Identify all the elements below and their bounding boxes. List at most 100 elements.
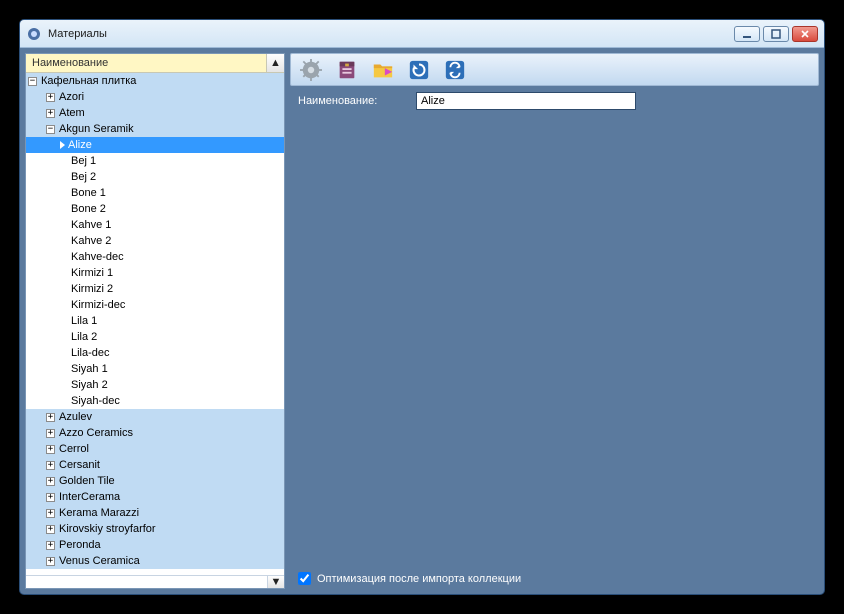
expander-icon[interactable]: + [46, 413, 55, 422]
app-icon [26, 26, 42, 42]
expander-icon[interactable]: + [46, 109, 55, 118]
tree-item[interactable]: Bej 2 [26, 169, 284, 185]
expander-icon[interactable]: + [46, 461, 55, 470]
expander-icon[interactable]: + [46, 445, 55, 454]
tree-item[interactable]: + InterCerama [26, 489, 284, 505]
close-button[interactable] [792, 26, 818, 42]
expander-icon[interactable]: + [46, 429, 55, 438]
window-controls [734, 26, 818, 42]
tree-item[interactable]: −Кафельная плитка [26, 73, 284, 89]
expander-icon[interactable]: − [46, 125, 55, 134]
tree-item[interactable]: Bone 2 [26, 201, 284, 217]
tree-item-label: Kerama Marazzi [59, 507, 139, 519]
tree-item[interactable]: Lila 2 [26, 329, 284, 345]
right-panel: Наименование: Оптимизация после импорта … [290, 53, 819, 589]
tree-item[interactable]: Kirmizi-dec [26, 297, 284, 313]
archive-button[interactable] [333, 57, 361, 83]
tree-item[interactable]: Siyah-dec [26, 393, 284, 409]
reload-button[interactable] [405, 57, 433, 83]
tree-item-label: Atem [59, 107, 85, 119]
tree-item[interactable]: +Peronda [26, 537, 284, 553]
tree-item-label: InterCerama [59, 491, 120, 503]
settings-button[interactable] [297, 57, 325, 83]
tree-item-label: Bej 1 [71, 155, 96, 167]
tree-item-label: Bone 1 [71, 187, 106, 199]
tree-item[interactable]: Lila 1 [26, 313, 284, 329]
tree-item-label: Кафельная плитка [41, 75, 136, 87]
materials-window: Материалы Наименование ▲ −Кафельная плит… [19, 19, 825, 595]
titlebar[interactable]: Материалы [20, 20, 824, 48]
expander-icon[interactable]: + [46, 557, 55, 566]
tree-header: Наименование ▲ [26, 54, 284, 73]
tree-item-label: Bone 2 [71, 203, 106, 215]
tree-item[interactable]: + Cersanit [26, 457, 284, 473]
optimize-label[interactable]: Оптимизация после импорта коллекции [317, 573, 521, 585]
expander-icon[interactable]: + [46, 493, 55, 502]
tree-item[interactable]: Lila-dec [26, 345, 284, 361]
tree-item[interactable]: Siyah 1 [26, 361, 284, 377]
tree-item-label: Bej 2 [71, 171, 96, 183]
tree-item-label: Siyah-dec [71, 395, 120, 407]
tree-item-selected[interactable]: Alize [26, 137, 284, 153]
tree-item[interactable]: + Golden Tile [26, 473, 284, 489]
expander-icon[interactable]: + [46, 541, 55, 550]
window-title: Материалы [48, 28, 734, 40]
tree-item-label: Kirmizi-dec [71, 299, 125, 311]
tree-header-label[interactable]: Наименование [26, 54, 267, 72]
tree-item-label: Kahve-dec [71, 251, 124, 263]
maximize-button[interactable] [763, 26, 789, 42]
toolbar [290, 53, 819, 86]
tree-body[interactable]: −Кафельная плитка+Azori+Atem−Akgun Seram… [26, 73, 284, 575]
footer-checkbox-row: Оптимизация после импорта коллекции [290, 568, 819, 589]
minimize-button[interactable] [734, 26, 760, 42]
tree-item-label: Kahve 2 [71, 235, 111, 247]
tree-item-label: Cerrol [59, 443, 89, 455]
tree-item[interactable]: Bone 1 [26, 185, 284, 201]
tree-item-label: Lila 2 [71, 331, 97, 343]
tree-item-label: Kirmizi 2 [71, 283, 113, 295]
tree-item-label: Siyah 2 [71, 379, 108, 391]
tree-item[interactable]: Kirmizi 1 [26, 265, 284, 281]
tree-item[interactable]: + Cerrol [26, 441, 284, 457]
tree-item-label: Kirmizi 1 [71, 267, 113, 279]
reload-alt-button[interactable] [441, 57, 469, 83]
tree-item-label: Venus Ceramica [59, 555, 140, 567]
expander-icon[interactable]: − [28, 77, 37, 86]
tree-item-label: Golden Tile [59, 475, 115, 487]
tree-item-label: Kirovskiy stroyfarfor [59, 523, 156, 535]
tree-item[interactable]: + Kirovskiy stroyfarfor [26, 521, 284, 537]
optimize-checkbox[interactable] [298, 572, 311, 585]
tree-item[interactable]: Kahve 1 [26, 217, 284, 233]
tree-item[interactable]: + Kerama Marazzi [26, 505, 284, 521]
tree-item-label: Alize [68, 139, 92, 151]
tree-item-label: Kahve 1 [71, 219, 111, 231]
tree-scroll-down[interactable]: ▼ [267, 576, 284, 588]
expander-icon[interactable]: + [46, 525, 55, 534]
folder-button[interactable] [369, 57, 397, 83]
tree-item-label: Akgun Seramik [59, 123, 134, 135]
tree-item-label: Cersanit [59, 459, 100, 471]
tree-item-label: Siyah 1 [71, 363, 108, 375]
tree-item-label: Lila-dec [71, 347, 110, 359]
tree-item-label: Lila 1 [71, 315, 97, 327]
expander-icon[interactable]: + [46, 477, 55, 486]
tree-item[interactable]: Siyah 2 [26, 377, 284, 393]
tree-panel: Наименование ▲ −Кафельная плитка+Azori+A… [25, 53, 285, 589]
tree-item[interactable]: + Azzo Ceramics [26, 425, 284, 441]
tree-item[interactable]: Bej 1 [26, 153, 284, 169]
tree-item-label: Azulev [59, 411, 92, 423]
expander-icon[interactable]: + [46, 93, 55, 102]
tree-item[interactable]: +Azori [26, 89, 284, 105]
tree-scroll-up[interactable]: ▲ [267, 54, 284, 72]
tree-item[interactable]: Kirmizi 2 [26, 281, 284, 297]
tree-item[interactable]: Kahve-dec [26, 249, 284, 265]
name-row: Наименование: [290, 86, 819, 116]
tree-item-label: Azzo Ceramics [59, 427, 133, 439]
tree-item[interactable]: + Atem [26, 105, 284, 121]
expander-icon[interactable]: + [46, 509, 55, 518]
tree-item[interactable]: −Akgun Seramik [26, 121, 284, 137]
tree-item[interactable]: Kahve 2 [26, 233, 284, 249]
tree-item[interactable]: + Venus Ceramica [26, 553, 284, 569]
name-input[interactable] [416, 92, 636, 110]
tree-item[interactable]: + Azulev [26, 409, 284, 425]
